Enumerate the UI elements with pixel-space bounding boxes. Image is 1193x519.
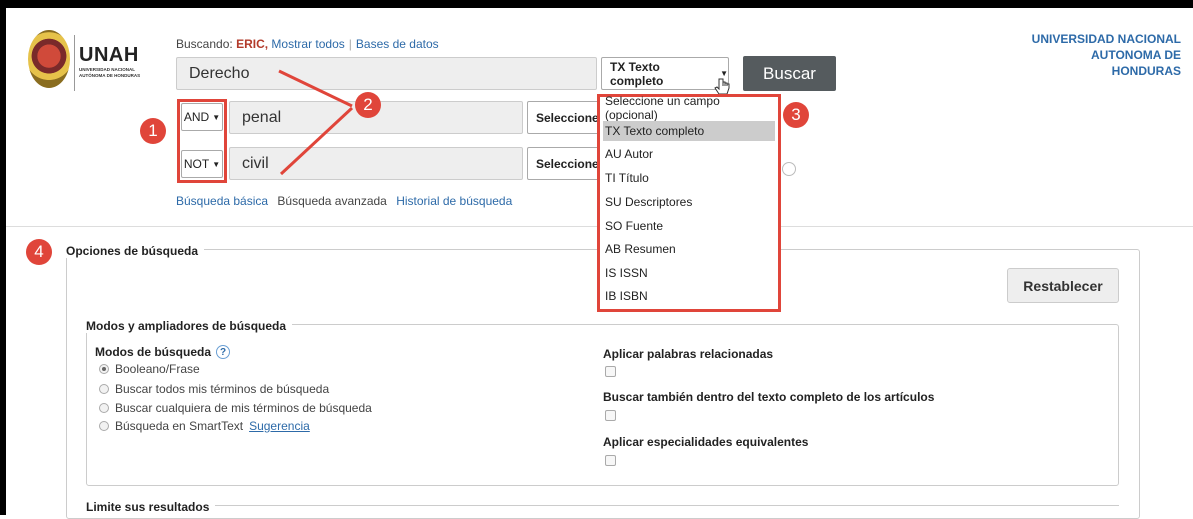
field-dropdown: Seleccione un campo (opcional) TX Texto … [597,94,781,312]
annotation-badge-4: 4 [26,239,52,265]
field-option[interactable]: IB ISBN [603,286,775,306]
field-option[interactable]: Seleccione un campo (opcional) [603,94,775,122]
reset-button[interactable]: Restablecer [1007,268,1119,303]
expander-label: Aplicar especialidades equivalentes [603,435,809,449]
annotation-badge-3: 3 [783,102,809,128]
university-name: UNIVERSIDAD NACIONAL AUTONOMA DE HONDURA… [1001,31,1181,79]
field-option[interactable]: AU Autor [603,144,775,164]
mode-option[interactable]: Búsqueda en SmartText Sugerencia [99,419,310,433]
mode-option[interactable]: Buscar cualquiera de mis términos de bús… [99,401,372,415]
mode-label: Buscar todos mis términos de búsqueda [115,382,330,396]
university-line: HONDURAS [1111,64,1181,78]
modes-label-row: Modos de búsqueda ? [95,345,231,359]
radio-icon[interactable] [99,403,109,413]
smarttext-hint-link[interactable]: Sugerencia [249,419,310,433]
expander-checkbox[interactable] [605,366,616,377]
annotation-badge-2: 2 [355,92,381,118]
field-option[interactable]: SO Fuente [603,216,775,236]
search-options-title: Opciones de búsqueda [66,244,205,258]
modes-label: Modos de búsqueda [95,345,212,359]
expander-label: Aplicar palabras relacionadas [603,347,774,361]
limit-section-title: Limite sus resultados [86,500,216,514]
modes-section-title: Modos y ampliadores de búsqueda [86,319,293,333]
search-nav: Búsqueda básica Búsqueda avanzada Histor… [176,194,512,208]
annotation-badge-1: 1 [140,118,166,144]
mode-label: Booleano/Frase [115,362,200,376]
radio-icon[interactable] [99,384,109,394]
mode-option[interactable]: Booleano/Frase [99,362,200,376]
radio-icon[interactable] [99,421,109,431]
expander-checkbox[interactable] [605,455,616,466]
university-line: UNIVERSIDAD NACIONAL [1031,32,1181,46]
field-option[interactable]: SU Descriptores [603,192,775,212]
advanced-search-current: Búsqueda avanzada [277,194,387,208]
university-line: AUTONOMA DE [1091,48,1181,62]
mode-option[interactable]: Buscar todos mis términos de búsqueda [99,382,329,396]
field-option-selected[interactable]: TX Texto completo [603,121,775,141]
mode-label: Búsqueda en SmartText [115,419,244,433]
mode-label: Buscar cualquiera de mis términos de bús… [115,401,372,415]
field-option[interactable]: IS ISSN [603,263,775,283]
help-icon[interactable]: ? [216,345,231,359]
expander-label: Buscar también dentro del texto completo… [603,390,935,404]
radio-icon[interactable] [99,364,109,374]
basic-search-link[interactable]: Búsqueda básica [176,194,268,208]
search-history-link[interactable]: Historial de búsqueda [396,194,512,208]
field-option[interactable]: AB Resumen [603,239,775,259]
expander-checkbox[interactable] [605,410,616,421]
field-option[interactable]: TI Título [603,168,775,188]
limit-divider [86,505,1119,506]
